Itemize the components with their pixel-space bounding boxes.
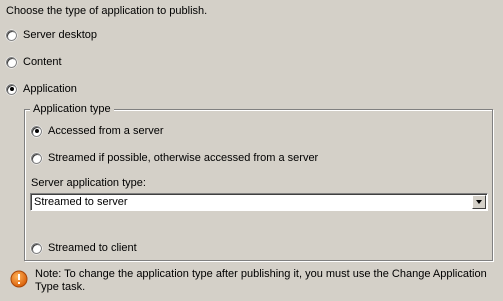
radio-content[interactable]: Content <box>6 56 62 68</box>
radio-accessed-from-server[interactable]: Accessed from a server <box>31 125 164 137</box>
radio-application[interactable]: Application <box>6 83 77 95</box>
radio-label: Server desktop <box>23 29 97 41</box>
application-type-legend: Application type <box>30 103 114 115</box>
radio-server-desktop[interactable]: Server desktop <box>6 29 97 41</box>
radio-streamed-to-client[interactable]: Streamed to client <box>31 242 137 254</box>
radio-circle[interactable] <box>6 29 17 41</box>
server-app-type-select[interactable]: Streamed to server <box>30 193 488 211</box>
radio-label: Content <box>23 56 62 68</box>
radio-label: Streamed to client <box>48 242 137 254</box>
info-icon <box>10 270 28 288</box>
server-app-type-label: Server application type: <box>31 177 146 189</box>
note-text: Note: To change the application type aft… <box>35 268 487 293</box>
radio-circle[interactable] <box>6 83 17 95</box>
radio-circle[interactable] <box>31 125 42 137</box>
radio-label: Application <box>23 83 77 95</box>
dropdown-button[interactable] <box>472 195 486 209</box>
page-heading: Choose the type of application to publis… <box>6 5 208 17</box>
radio-label: Streamed if possible, otherwise accessed… <box>48 152 319 164</box>
publish-application-panel: Choose the type of application to publis… <box>0 0 503 301</box>
radio-circle[interactable] <box>6 56 17 68</box>
radio-circle[interactable] <box>31 152 42 164</box>
radio-label: Accessed from a server <box>48 125 164 137</box>
chevron-down-icon <box>476 200 482 204</box>
radio-circle[interactable] <box>31 242 42 254</box>
select-value: Streamed to server <box>34 196 128 208</box>
radio-streamed-if-possible[interactable]: Streamed if possible, otherwise accessed… <box>31 152 318 164</box>
